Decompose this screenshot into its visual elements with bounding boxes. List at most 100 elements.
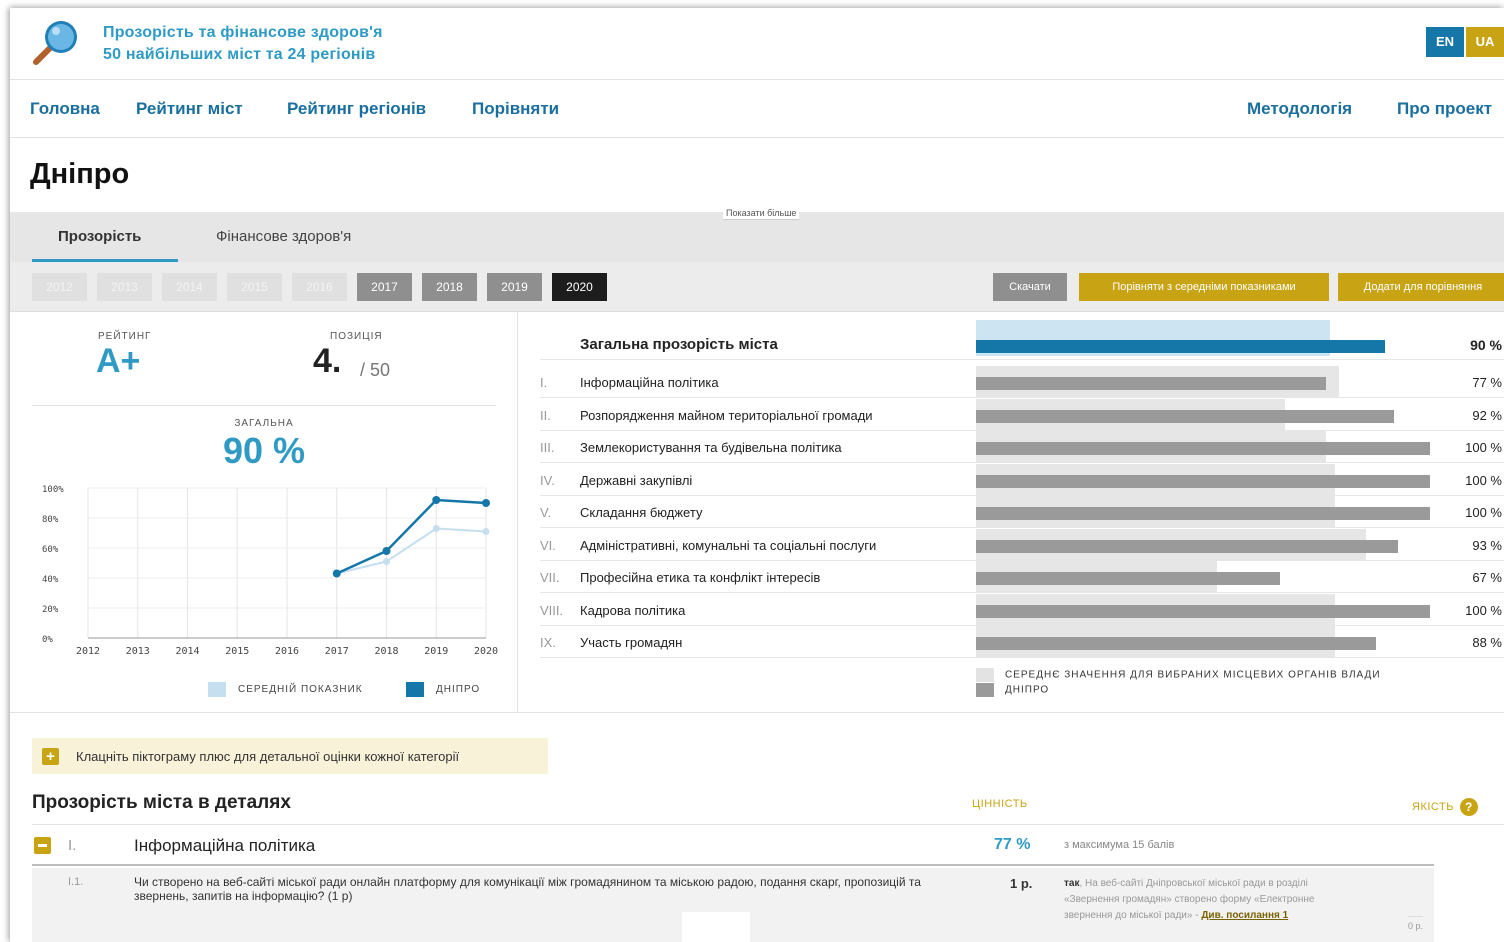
legend-avg-authorities: СЕРЕДНЄ ЗНАЧЕННЯ ДЛЯ ВИБРАНИХ МІСЦЕВИХ О… (976, 668, 1381, 682)
tab-financial[interactable]: Фінансове здоров'я (216, 228, 351, 245)
category-row: V. Складання бюджету 100 % (540, 496, 1504, 528)
category-number: I. (540, 375, 548, 390)
city-bar (976, 474, 1430, 488)
category-number: VIII. (540, 602, 564, 618)
question-number: I.1. (68, 876, 84, 888)
x-tick-label: 2017 (325, 646, 349, 657)
lang-ua-button[interactable]: UA (1466, 27, 1504, 57)
overall-score: 90 % (222, 430, 306, 471)
city-bar (976, 507, 1430, 520)
x-tick-label: 2018 (374, 646, 398, 657)
x-tick-label: 2019 (424, 646, 448, 657)
year-button-2015: 2015 (227, 273, 282, 301)
category-number: IX. (540, 635, 556, 650)
answer-link[interactable]: Див. посилання 1 (1201, 910, 1288, 921)
year-button-2018[interactable]: 2018 (422, 273, 477, 301)
category-label: Професійна етика та конфлікт інтересів (580, 570, 821, 585)
legend-city-bars-label: ДНІПРО (1005, 684, 1050, 696)
question-answer: так, На веб-сайті Дніпровської міської р… (1064, 876, 1364, 924)
category-percent: 92 % (1472, 407, 1502, 423)
trend-line-chart: 0% 20% 40% 60% 80% 100% 2012 2013 2014 2015 2016 20… (42, 485, 498, 657)
download-button[interactable]: Скачати (993, 273, 1067, 301)
add-to-compare-button[interactable]: Додати для порівняння (1338, 273, 1504, 301)
data-point (482, 499, 490, 507)
collapse-minus-icon[interactable] (34, 837, 51, 854)
year-button-2020[interactable]: 2020 (552, 273, 607, 301)
x-tick-label: 2012 (76, 646, 100, 657)
nav-city-rating[interactable]: Рейтинг міст (136, 99, 243, 119)
divider (32, 824, 1504, 825)
details-title: Прозорість міста в деталях (32, 792, 291, 813)
category-percent: 88 % (1472, 635, 1502, 650)
section-max-points: з максимума 15 балів (1064, 839, 1175, 851)
year-button-2016: 2016 (292, 273, 347, 301)
hint-banner: + Клацніть піктограму плюс для детальної… (32, 738, 548, 774)
question-points: 1 р. (1010, 876, 1033, 891)
x-tick-label: 2015 (225, 646, 249, 657)
legend-avg-swatch (976, 668, 994, 682)
section-score: 77 % (994, 836, 1031, 853)
category-row: III. Землекористування та будівельна полі… (540, 431, 1504, 463)
x-tick-label: 2016 (275, 646, 299, 657)
tab-transparency[interactable]: Прозорість (58, 228, 141, 245)
category-row-overall: Загальна прозорість міста 90 % (540, 320, 1504, 360)
lang-en-button[interactable]: EN (1426, 27, 1464, 57)
legend-city: ДНІПРО (406, 682, 480, 697)
y-tick-label: 0% (42, 635, 53, 645)
category-label: Землекористування та будівельна політика (580, 440, 842, 455)
category-row: VI. Адміністративні, комунальні та соціал… (540, 528, 1504, 561)
column-quality-header: ЯКІСТЬ? (1412, 798, 1478, 816)
divider (32, 405, 496, 406)
category-percent: 100 % (1465, 440, 1502, 455)
nav-about[interactable]: Про проект (1397, 99, 1492, 119)
year-button-2019[interactable]: 2019 (487, 273, 542, 301)
category-label: Розпорядження майном територіальної гром… (580, 407, 873, 423)
category-row: IX. Участь громадян 88 % (540, 626, 1504, 658)
y-tick-label: 60% (42, 545, 59, 555)
category-number: VI. (540, 537, 556, 553)
main-nav: Головна Рейтинг міст Рейтинг регіонів По… (10, 80, 1504, 138)
site-title[interactable]: Прозорість та фінансове здоров'я 50 найб… (103, 22, 383, 66)
x-tick-label: 2014 (175, 646, 199, 657)
compare-average-button[interactable]: Порівняти з середніми показниками (1079, 273, 1329, 301)
question-row: I.1. Чи створено на веб-сайті міської ра… (32, 868, 1434, 942)
nav-methodology[interactable]: Методологія (1247, 99, 1352, 119)
year-button-2017[interactable]: 2017 (357, 273, 412, 301)
section-label: Інформаційна політика (134, 836, 316, 855)
category-label: Участь громадян (580, 635, 683, 650)
question-text: Чи створено на веб-сайті міської ради он… (134, 875, 921, 903)
y-tick-label: 80% (42, 515, 59, 525)
position-value: 4. (313, 342, 342, 380)
category-label: Кадрова політика (580, 602, 686, 618)
category-number: V. (540, 505, 552, 520)
category-row: IV. Державні закупівлі 100 % (540, 463, 1504, 496)
x-tick-label: 2020 (474, 646, 498, 657)
year-toolbar: 2012 2013 2014 2015 2016 2017 2018 2019 … (10, 262, 1504, 312)
nav-home[interactable]: Головна (30, 99, 100, 119)
legend-average-label: СЕРЕДНІЙ ПОКАЗНИК (238, 684, 363, 696)
category-number: VII. (540, 570, 560, 585)
legend-city-bars-swatch (976, 683, 994, 697)
show-more-link[interactable]: Показати більше (723, 207, 800, 220)
y-tick-label: 40% (42, 575, 59, 585)
legend-city-bars: ДНІПРО (976, 683, 1049, 697)
data-point (432, 496, 441, 504)
city-bar (976, 377, 1326, 390)
nav-compare[interactable]: Порівняти (472, 99, 559, 119)
category-number: III. (540, 440, 555, 455)
magnifier-icon[interactable] (30, 18, 82, 68)
help-icon[interactable]: ? (1459, 798, 1478, 816)
site-title-line1: Прозорість та фінансове здоров'я (103, 24, 383, 41)
site-title-line2: 50 найбільших міст та 24 регіонів (103, 46, 376, 63)
category-percent: 100 % (1465, 505, 1502, 520)
nav-region-rating[interactable]: Рейтинг регіонів (287, 99, 426, 119)
tabs-bar: Показати більше Прозорість Фінансове здо… (10, 207, 1504, 262)
data-point (432, 525, 440, 532)
position-total: / 50 (360, 360, 391, 380)
city-bar (976, 539, 1399, 553)
city-bar (976, 340, 1385, 353)
data-point (382, 547, 391, 555)
category-label: Загальна прозорість міста (580, 336, 778, 353)
year-button-2013: 2013 (97, 273, 152, 301)
category-percent: 100 % (1465, 472, 1502, 488)
